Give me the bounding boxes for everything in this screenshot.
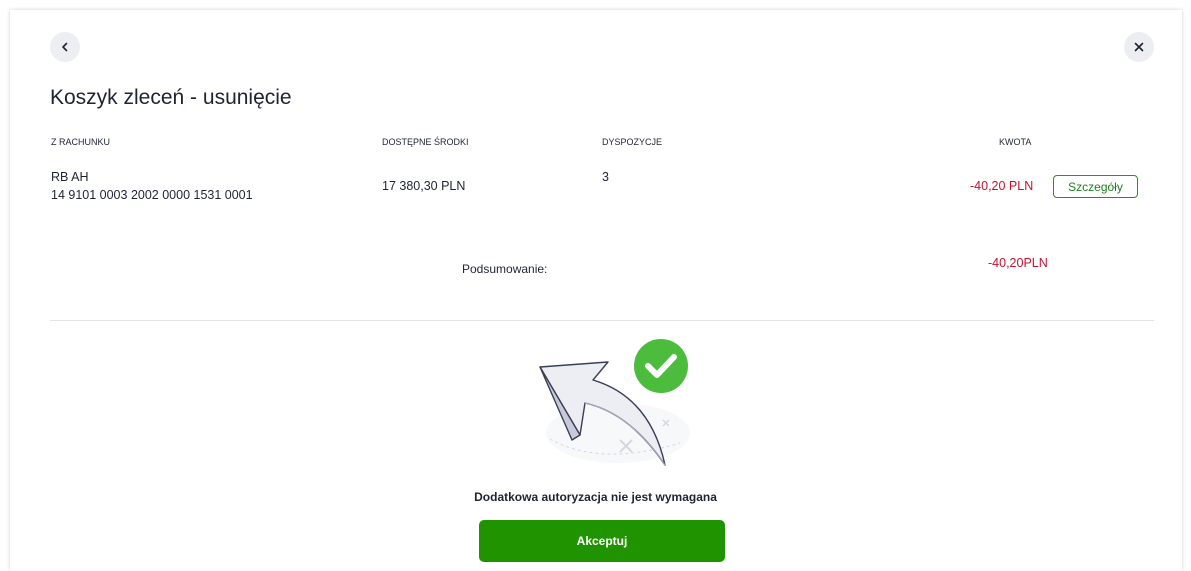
column-header-amount: KWOTA	[999, 137, 1032, 147]
column-header-orders: DYSPOZYCJE	[602, 137, 663, 147]
divider	[50, 320, 1154, 321]
account-name: RB AH	[51, 170, 89, 184]
column-header-available: DOSTĘPNE ŚRODKI	[382, 137, 469, 147]
summary-label: Podsumowanie:	[462, 262, 548, 276]
column-header-account: Z RACHUNKU	[51, 137, 111, 147]
return-arrow-check-icon	[539, 339, 690, 466]
accept-button[interactable]: Akceptuj	[479, 520, 725, 562]
close-icon	[1134, 42, 1144, 52]
back-button[interactable]	[50, 32, 80, 62]
chevron-left-icon	[62, 42, 68, 52]
page-title: Koszyk zleceń - usunięcie	[50, 86, 292, 109]
row-amount: -40,20 PLN	[970, 179, 1034, 193]
orders-count: 3	[602, 170, 609, 184]
summary-amount: -40,20PLN	[988, 256, 1048, 270]
close-button[interactable]	[1124, 32, 1154, 62]
details-button[interactable]: Szczegóły	[1053, 175, 1138, 198]
available-funds: 17 380,30 PLN	[382, 179, 466, 193]
authorization-message: Dodatkowa autoryzacja nie jest wymagana	[474, 490, 717, 504]
account-number: 14 9101 0003 2002 0000 1531 0001	[51, 188, 253, 202]
